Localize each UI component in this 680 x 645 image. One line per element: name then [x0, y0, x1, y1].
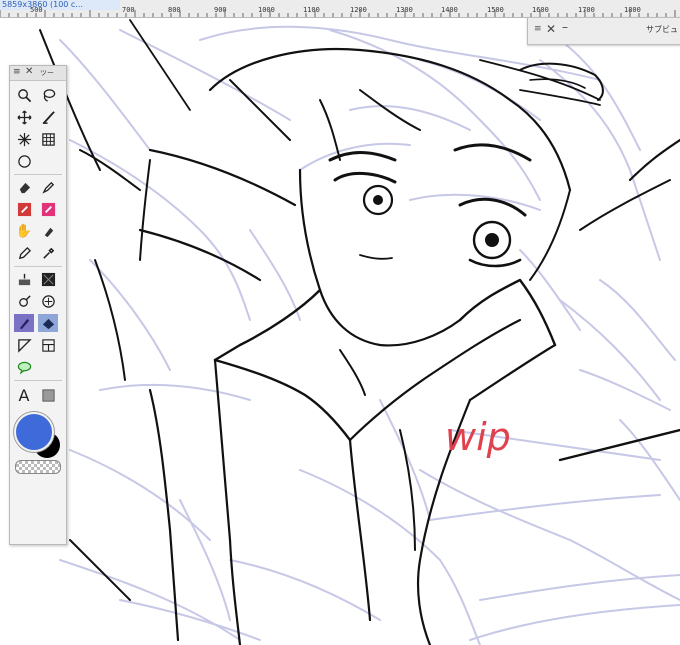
dotted-fill-icon[interactable]	[14, 270, 34, 288]
eyedropper-icon[interactable]	[38, 244, 58, 262]
brush-red-icon[interactable]	[14, 200, 34, 218]
tool-palette-header[interactable]: ≡ ✕ ツー	[10, 66, 66, 81]
ruler-tick-marks	[0, 10, 676, 17]
zoom-tool-icon[interactable]	[14, 86, 34, 104]
airbrush-icon[interactable]	[14, 292, 34, 310]
brush-pink-icon[interactable]	[38, 200, 58, 218]
gradient-tool-icon[interactable]	[14, 314, 34, 332]
wip-annotation: wip	[445, 415, 511, 459]
main-color-swatch[interactable]	[14, 412, 54, 452]
tone-pattern-icon[interactable]	[38, 270, 58, 288]
panel-grip-icon[interactable]: ≡	[534, 24, 542, 34]
panel-grip-icon[interactable]: ≡	[13, 67, 21, 77]
decoration-brush-icon[interactable]	[38, 292, 58, 310]
balloon-tool-icon[interactable]	[14, 358, 34, 376]
subview-panel[interactable]: ≡ ✕ – サブビュ	[527, 17, 680, 45]
pencil-icon[interactable]	[14, 244, 34, 262]
pen-tool-icon[interactable]	[38, 178, 58, 196]
separator	[14, 380, 62, 381]
close-icon[interactable]: ✕	[546, 22, 556, 36]
magic-wand-icon[interactable]	[14, 130, 34, 148]
layer-icon[interactable]	[38, 386, 58, 404]
top-ruler: 5859x3860 (100 c... 500 700 800 900 1000…	[0, 0, 680, 18]
figure-tool-icon[interactable]	[14, 336, 34, 354]
separator	[14, 174, 62, 175]
minimize-icon[interactable]: –	[562, 20, 568, 34]
transparent-color-swatch[interactable]	[15, 460, 61, 474]
blend-tool-icon[interactable]	[38, 222, 58, 240]
eraser-icon[interactable]	[14, 178, 34, 196]
subview-panel-title: サブビュ	[646, 25, 678, 34]
document-tab-label[interactable]: 5859x3860 (100 c...	[0, 0, 120, 10]
operation-tool-icon[interactable]	[38, 108, 58, 126]
close-icon[interactable]: ✕	[25, 66, 33, 77]
frame-border-icon[interactable]	[38, 336, 58, 354]
grid-tool-icon[interactable]	[38, 130, 58, 148]
tool-palette: ≡ ✕ ツー ✋ A	[9, 65, 67, 545]
tool-palette-title: ツー	[40, 69, 54, 77]
separator	[14, 266, 62, 267]
fill-bucket-icon[interactable]	[38, 314, 58, 332]
text-tool-icon[interactable]: A	[14, 386, 34, 405]
lasso-tool-icon[interactable]	[38, 86, 58, 104]
move-tool-icon[interactable]	[14, 108, 34, 126]
ellipse-select-icon[interactable]	[14, 152, 34, 170]
drawing-canvas[interactable]: wip	[0, 0, 680, 645]
hand-tool-icon[interactable]: ✋	[14, 222, 34, 240]
